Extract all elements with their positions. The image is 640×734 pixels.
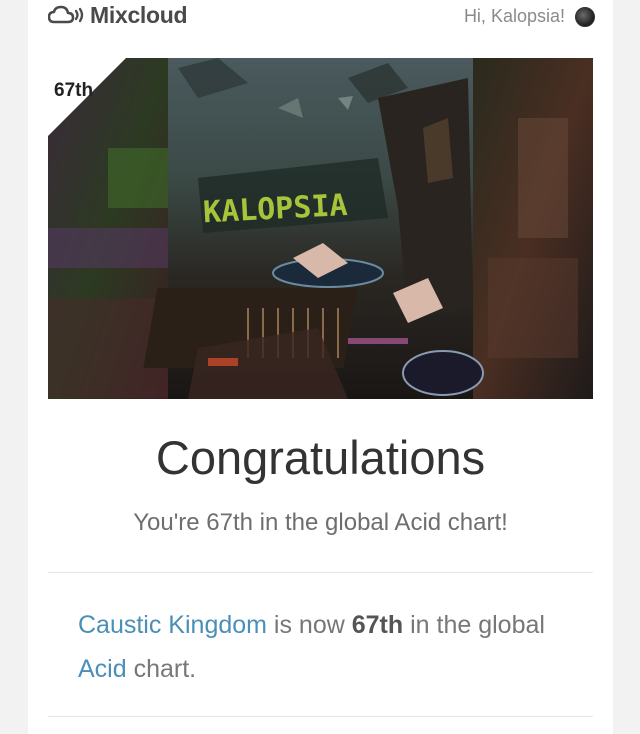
genre-link[interactable]: Acid xyxy=(78,655,127,683)
show-artwork-banner[interactable]: KALOPSIA xyxy=(48,58,593,399)
greeting-text: Hi, Kalopsia! xyxy=(463,6,565,26)
subtitle: You're 67th in the global Acid chart! xyxy=(133,509,508,536)
message-text-3: chart. xyxy=(126,655,197,683)
message-text-2: in the global xyxy=(403,611,545,639)
rank-badge-text: 67th xyxy=(54,80,94,101)
user-greeting[interactable]: Hi, Kalopsia! xyxy=(464,6,595,27)
email-card: Mixcloud Hi, Kalopsia! KALOPSIA 67th Con… xyxy=(28,0,613,734)
mixcloud-logo[interactable]: Mixcloud xyxy=(48,1,188,28)
message-text-1: is now xyxy=(266,611,352,639)
chart-message: Caustic Kingdom is now 67th in the globa… xyxy=(78,603,578,691)
avatar[interactable] xyxy=(575,6,595,27)
page-title: Congratulations xyxy=(155,431,486,484)
show-link[interactable]: Caustic Kingdom xyxy=(78,611,267,639)
divider xyxy=(48,716,593,717)
header: Mixcloud Hi, Kalopsia! xyxy=(28,0,613,58)
artwork-image: KALOPSIA xyxy=(48,58,593,399)
mixcloud-cloud-icon xyxy=(48,5,84,24)
rank-value: 67th xyxy=(351,611,404,639)
divider xyxy=(48,572,593,573)
chart-rank-badge: 67th xyxy=(48,58,126,136)
logo-text: Mixcloud xyxy=(90,1,188,28)
